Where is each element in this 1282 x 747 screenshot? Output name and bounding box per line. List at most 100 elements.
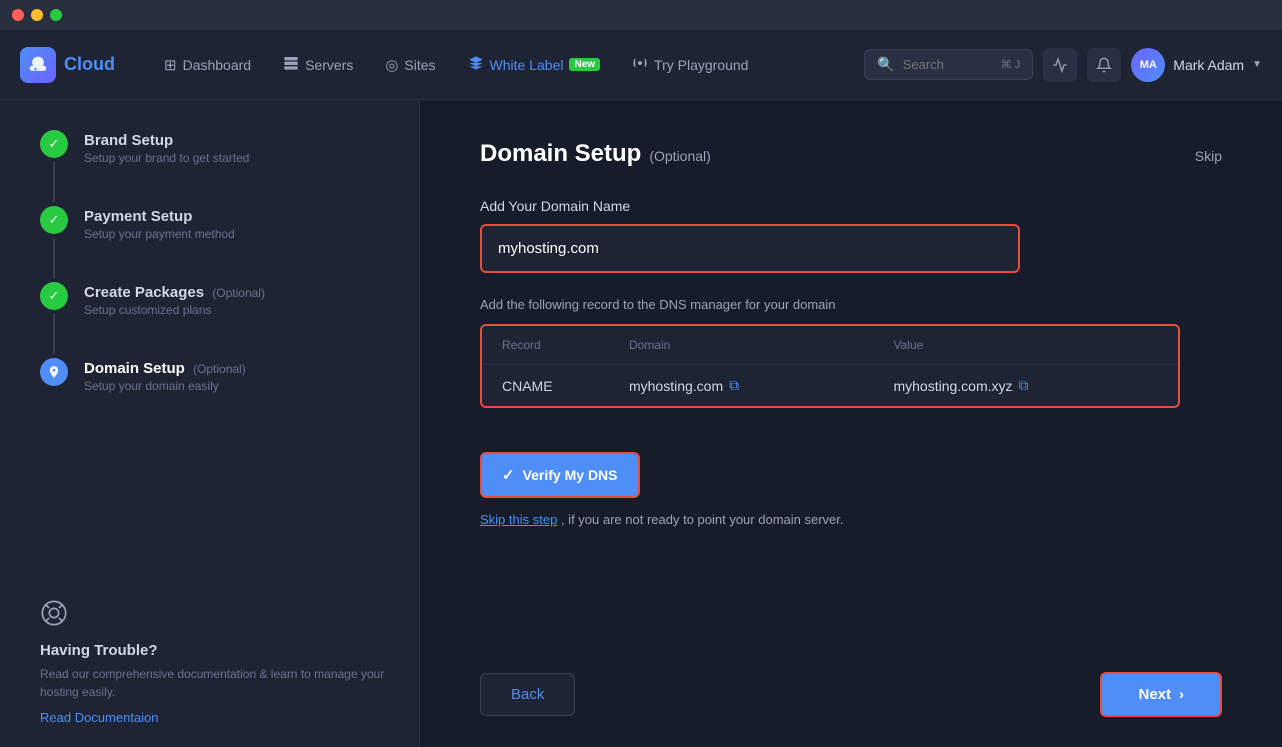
copy-domain-icon[interactable]: ⧉ [729, 377, 739, 394]
nav-playground-label: Try Playground [654, 57, 748, 73]
nav-items: ⊞ Dashboard Servers ◎ Sites [150, 47, 864, 83]
domain-label: Add Your Domain Name [480, 198, 1222, 214]
step-connector-3: ✓ [40, 282, 68, 358]
step-title-4: Domain Setup (Optional) [84, 360, 246, 377]
search-box[interactable]: 🔍 ⌘ J [864, 49, 1033, 80]
dns-instruction: Add the following record to the DNS mana… [480, 297, 1222, 312]
search-shortcut: ⌘ J [1001, 58, 1021, 71]
help-text: Read our comprehensive documentation & l… [40, 665, 399, 701]
next-arrow-icon: › [1179, 686, 1184, 703]
nav-dashboard[interactable]: ⊞ Dashboard [150, 48, 265, 82]
nav-whitelabel[interactable]: White Label New [454, 47, 615, 83]
mac-titlebar [0, 0, 1282, 30]
read-docs-link[interactable]: Read Documentaion [40, 710, 159, 725]
step-info-3: Create Packages (Optional) Setup customi… [84, 282, 265, 317]
step-title-3: Create Packages (Optional) [84, 284, 265, 301]
skip-step-text: Skip this step , if you are not ready to… [480, 512, 1222, 527]
nav-dashboard-label: Dashboard [183, 57, 252, 73]
step-line-3 [53, 314, 55, 354]
page-title: Domain Setup (Optional) [480, 140, 711, 168]
dns-header-domain: Domain [629, 338, 894, 352]
domain-name-section: Add Your Domain Name [480, 198, 1222, 273]
step-title-1: Brand Setup [84, 132, 249, 149]
step-brand-setup: ✓ Brand Setup Setup your brand to get st… [40, 130, 399, 206]
step-opt-3: (Optional) [212, 286, 265, 300]
step-opt-4: (Optional) [193, 362, 246, 376]
brand-logo [20, 47, 56, 83]
nav-servers[interactable]: Servers [269, 47, 367, 83]
back-button[interactable]: Back [480, 673, 575, 716]
close-button[interactable] [12, 9, 24, 21]
step-circle-4 [40, 358, 68, 386]
dns-header-value: Value [893, 338, 1158, 352]
nav-whitelabel-label: White Label [490, 57, 564, 73]
skip-button[interactable]: Skip [1195, 148, 1222, 164]
dns-record-type: CNAME [502, 377, 629, 394]
nav-playground[interactable]: Try Playground [618, 47, 762, 83]
dns-table: Record Domain Value CNAME myhosting.com … [482, 326, 1178, 406]
content-header: Domain Setup (Optional) Skip [480, 140, 1222, 168]
step-circle-1: ✓ [40, 130, 68, 158]
skip-step-link[interactable]: Skip this step [480, 512, 557, 527]
search-icon: 🔍 [877, 56, 894, 73]
step-circle-3: ✓ [40, 282, 68, 310]
steps-list: ✓ Brand Setup Setup your brand to get st… [40, 130, 399, 579]
page-title-optional: (Optional) [649, 148, 710, 164]
dashboard-icon: ⊞ [164, 56, 177, 74]
step-connector-2: ✓ [40, 206, 68, 282]
step-create-packages: ✓ Create Packages (Optional) Setup custo… [40, 282, 399, 358]
step-info-2: Payment Setup Setup your payment method [84, 206, 235, 241]
brand-name: Cloud [64, 54, 115, 75]
notifications-btn[interactable] [1087, 48, 1121, 82]
step-circle-2: ✓ [40, 206, 68, 234]
next-button[interactable]: Next › [1100, 672, 1222, 717]
nav-servers-label: Servers [305, 57, 353, 73]
nav-sites-label: Sites [404, 57, 435, 73]
step-subtitle-4: Setup your domain easily [84, 379, 246, 393]
domain-input[interactable] [480, 224, 1020, 273]
step-info-4: Domain Setup (Optional) Setup your domai… [84, 358, 246, 393]
step-line-2 [53, 238, 55, 278]
dns-section: Add the following record to the DNS mana… [480, 297, 1222, 408]
nav-right: 🔍 ⌘ J MA Mark Adam ▼ [864, 48, 1262, 82]
step-connector-4 [40, 358, 68, 386]
verify-dns-button[interactable]: ✓ Verify My DNS [480, 452, 640, 498]
dns-header-record: Record [502, 338, 629, 352]
step-subtitle-1: Setup your brand to get started [84, 151, 249, 165]
minimize-button[interactable] [31, 9, 43, 21]
user-name: Mark Adam [1173, 57, 1244, 73]
dns-value-field: myhosting.com.xyz ⧉ [893, 377, 1158, 394]
chevron-down-icon: ▼ [1252, 59, 1262, 70]
playground-icon [632, 55, 648, 75]
step-connector-1: ✓ [40, 130, 68, 206]
brand[interactable]: Cloud [20, 47, 120, 83]
dns-table-row: CNAME myhosting.com ⧉ myhosting.com.xyz … [482, 365, 1178, 406]
servers-icon [283, 55, 299, 75]
whitelabel-icon [468, 55, 484, 75]
activity-btn[interactable] [1043, 48, 1077, 82]
content-area: Domain Setup (Optional) Skip Add Your Do… [420, 100, 1282, 747]
user-menu[interactable]: MA Mark Adam ▼ [1131, 48, 1262, 82]
bottom-nav: Back Next › [480, 652, 1222, 717]
maximize-button[interactable] [50, 9, 62, 21]
dns-domain-value: myhosting.com ⧉ [629, 377, 894, 394]
step-payment-setup: ✓ Payment Setup Setup your payment metho… [40, 206, 399, 282]
topnav: Cloud ⊞ Dashboard Servers ◎ Sites [0, 30, 1282, 100]
copy-value-icon[interactable]: ⧉ [1019, 377, 1029, 394]
help-title: Having Trouble? [40, 642, 399, 659]
avatar: MA [1131, 48, 1165, 82]
step-line-1 [53, 162, 55, 202]
step-subtitle-2: Setup your payment method [84, 227, 235, 241]
help-icon [40, 599, 399, 634]
dns-table-wrapper: Record Domain Value CNAME myhosting.com … [480, 324, 1180, 408]
verify-check-icon: ✓ [502, 466, 515, 484]
sites-icon: ◎ [385, 56, 398, 74]
nav-sites[interactable]: ◎ Sites [371, 48, 449, 82]
step-info-1: Brand Setup Setup your brand to get star… [84, 130, 249, 165]
dns-table-header: Record Domain Value [482, 326, 1178, 365]
help-box: Having Trouble? Read our comprehensive d… [40, 579, 399, 727]
main-layout: ✓ Brand Setup Setup your brand to get st… [0, 100, 1282, 747]
step-domain-setup: Domain Setup (Optional) Setup your domai… [40, 358, 399, 423]
search-input[interactable] [903, 57, 993, 72]
step-title-2: Payment Setup [84, 208, 235, 225]
